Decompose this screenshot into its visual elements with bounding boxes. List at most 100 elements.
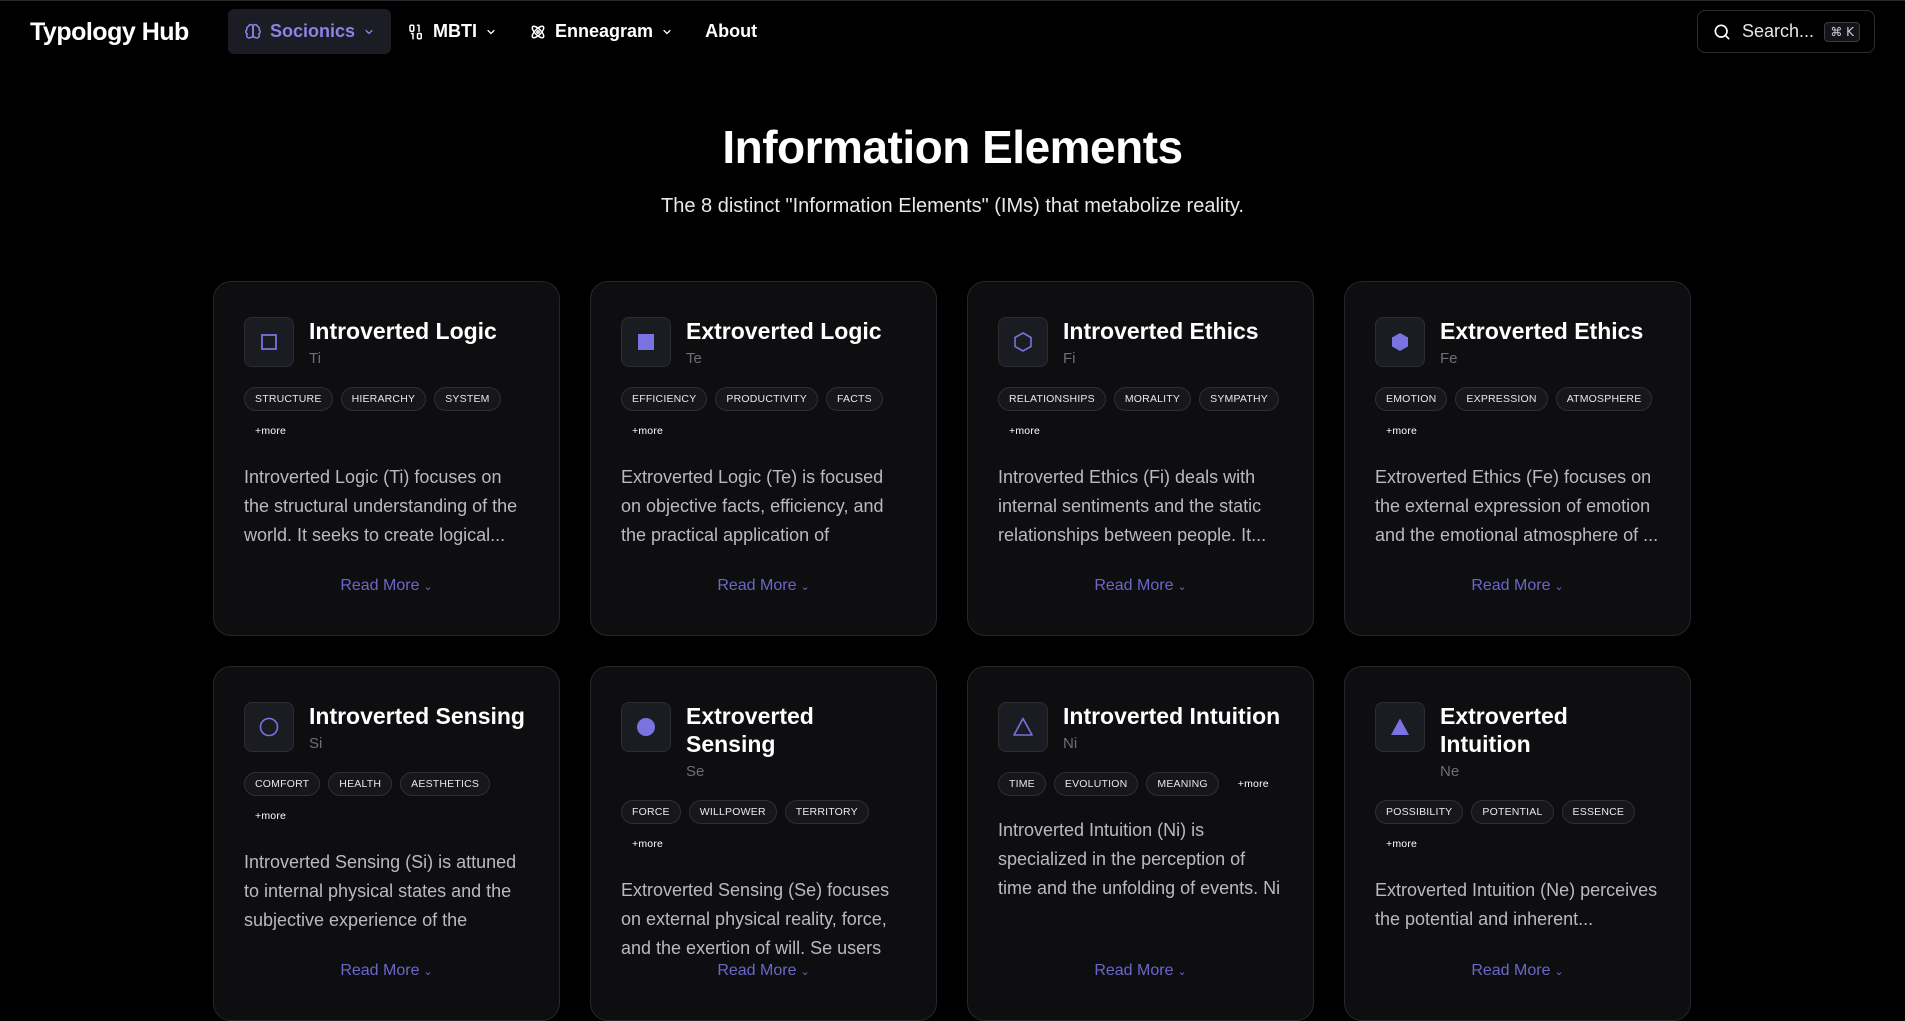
read-more-button[interactable]: Read More ⌄	[968, 577, 1313, 595]
card-description: Extroverted Logic (Te) is focused on obj…	[621, 467, 884, 545]
read-more-label: Read More	[1471, 577, 1551, 594]
read-more-button[interactable]: Read More ⌄	[591, 577, 936, 595]
card-title: Extroverted Intuition	[1440, 703, 1568, 757]
tag-list: COMFORT HEALTH AESTHETICS +more	[244, 772, 534, 828]
tag-list: FORCE WILLPOWER TERRITORY +more	[621, 800, 911, 856]
brand-logo[interactable]: Typology Hub	[30, 18, 189, 47]
keyword-tag[interactable]: SYMPATHY	[1199, 387, 1279, 411]
read-more-label: Read More	[340, 577, 420, 594]
card-description: Introverted Intuition (Ni) is specialize…	[998, 820, 1281, 898]
card-description: Extroverted Sensing (Se) focuses on exte…	[621, 880, 890, 958]
keyword-tag[interactable]: COMFORT	[244, 772, 321, 796]
card-header: Extroverted Intuition Ne	[1375, 702, 1660, 780]
keyword-tag[interactable]: TERRITORY	[784, 800, 869, 824]
nav-about-label: About	[705, 21, 758, 41]
nav-enneagram[interactable]: Enneagram	[513, 9, 689, 54]
chevron-down-icon: ⌄	[423, 581, 433, 593]
page-subtitle: The 8 distinct "Information Elements" (I…	[661, 195, 1244, 217]
more-tags-button[interactable]: +more	[998, 419, 1051, 443]
search-shortcut-badge: ⌘ K	[1824, 21, 1860, 42]
keyword-tag[interactable]: AESTHETICS	[400, 772, 491, 796]
triangle-filled-icon	[1375, 702, 1425, 752]
keyword-tag[interactable]: MORALITY	[1113, 387, 1192, 411]
read-more-label: Read More	[1094, 577, 1174, 594]
card-abbreviation: Ti	[309, 350, 321, 367]
element-card-extroverted-logic[interactable]: Extroverted Logic Te EFFICIENCY PRODUCTIV…	[590, 281, 937, 636]
element-card-extroverted-ethics[interactable]: Extroverted Ethics Fe EMOTION EXPRESSION A…	[1344, 281, 1691, 636]
keyword-tag[interactable]: POSSIBILITY	[1375, 800, 1464, 824]
card-description: Extroverted Ethics (Fe) focuses on the e…	[1375, 467, 1659, 545]
more-tags-button[interactable]: +more	[1227, 772, 1280, 796]
hexagon-filled-icon	[1375, 317, 1425, 367]
card-title: Extroverted Ethics	[1440, 318, 1644, 344]
more-tags-button[interactable]: +more	[621, 832, 674, 856]
element-card-introverted-intuition[interactable]: Introverted Intuition Ni TIME EVOLUTION ME…	[967, 666, 1314, 1021]
nav-mbti[interactable]: MBTI	[391, 9, 513, 54]
element-card-extroverted-intuition[interactable]: Extroverted Intuition Ne POSSIBILITY POTE…	[1344, 666, 1691, 1021]
chevron-down-icon: ⌄	[800, 581, 810, 593]
card-header: Introverted Sensing Si	[244, 702, 529, 752]
card-abbreviation: Si	[309, 735, 323, 752]
element-card-introverted-ethics[interactable]: Introverted Ethics Fi RELATIONSHIPS MORAL…	[967, 281, 1314, 636]
nav-about[interactable]: About	[689, 9, 773, 54]
read-more-button[interactable]: Read More ⌄	[1345, 577, 1690, 595]
read-more-button[interactable]: Read More ⌄	[591, 962, 936, 980]
nav-socionics-label: Socionics	[270, 21, 356, 41]
more-tags-button[interactable]: +more	[1375, 832, 1428, 856]
read-more-button[interactable]: Read More ⌄	[1345, 962, 1690, 980]
keyword-tag[interactable]: EMOTION	[1375, 387, 1448, 411]
card-header: Extroverted Ethics Fe	[1375, 317, 1660, 367]
read-more-label: Read More	[340, 962, 420, 979]
keyword-tag[interactable]: SYSTEM	[434, 387, 501, 411]
more-tags-button[interactable]: +more	[621, 419, 674, 443]
keyword-tag[interactable]: ESSENCE	[1561, 800, 1636, 824]
read-more-label: Read More	[1471, 962, 1551, 979]
tag-list: EMOTION EXPRESSION ATMOSPHERE +more	[1375, 387, 1665, 443]
keyword-tag[interactable]: WILLPOWER	[688, 800, 777, 824]
chevron-down-icon	[487, 29, 495, 34]
search-placeholder: Search...	[1742, 21, 1815, 41]
nav-socionics[interactable]: Socionics	[228, 9, 392, 54]
hexagon-outline-icon	[998, 317, 1048, 367]
circle-filled-icon	[621, 702, 671, 752]
keyword-tag[interactable]: TIME	[998, 772, 1046, 796]
keyword-tag[interactable]: HEALTH	[328, 772, 393, 796]
keyword-tag[interactable]: HIERARCHY	[340, 387, 427, 411]
chevron-down-icon: ⌄	[423, 966, 433, 978]
keyword-tag[interactable]: FORCE	[621, 800, 681, 824]
chevron-down-icon	[663, 29, 671, 34]
keyword-tag[interactable]: ATMOSPHERE	[1555, 387, 1653, 411]
more-tags-button[interactable]: +more	[1375, 419, 1428, 443]
read-more-label: Read More	[717, 577, 797, 594]
keyword-tag[interactable]: MEANING	[1146, 772, 1219, 796]
square-filled-icon	[621, 317, 671, 367]
elements-grid: Introverted Logic Ti STRUCTURE HIERARCHY S…	[213, 281, 1691, 1021]
search-button[interactable]: Search... ⌘ K	[1697, 10, 1875, 53]
keyword-tag[interactable]: FACTS	[826, 387, 883, 411]
more-tags-button[interactable]: +more	[244, 419, 297, 443]
tag-list: POSSIBILITY POTENTIAL ESSENCE +more	[1375, 800, 1665, 856]
read-more-button[interactable]: Read More ⌄	[968, 962, 1313, 980]
card-abbreviation: Se	[686, 763, 705, 780]
card-description: Introverted Logic (Ti) focuses on the st…	[244, 467, 518, 545]
tag-list: TIME EVOLUTION MEANING +more	[998, 772, 1288, 796]
keyword-tag[interactable]: STRUCTURE	[244, 387, 333, 411]
read-more-button[interactable]: Read More ⌄	[214, 577, 559, 595]
brain-icon	[245, 23, 261, 39]
chevron-down-icon: ⌄	[1177, 966, 1187, 978]
keyword-tag[interactable]: POTENTIAL	[1471, 800, 1554, 824]
card-abbreviation: Fi	[1063, 350, 1076, 367]
keyword-tag[interactable]: EVOLUTION	[1053, 772, 1139, 796]
keyword-tag[interactable]: PRODUCTIVITY	[715, 387, 818, 411]
keyword-tag[interactable]: RELATIONSHIPS	[998, 387, 1106, 411]
keyword-tag[interactable]: EFFICIENCY	[621, 387, 708, 411]
element-card-extroverted-sensing[interactable]: Extroverted Sensing Se FORCE WILLPOWER TER…	[590, 666, 937, 1021]
element-card-introverted-sensing[interactable]: Introverted Sensing Si COMFORT HEALTH AEST…	[213, 666, 560, 1021]
element-card-introverted-logic[interactable]: Introverted Logic Ti STRUCTURE HIERARCHY S…	[213, 281, 560, 636]
read-more-button[interactable]: Read More ⌄	[214, 962, 559, 980]
card-header: Introverted Logic Ti	[244, 317, 529, 367]
card-title: Introverted Ethics	[1063, 318, 1259, 344]
keyword-tag[interactable]: EXPRESSION	[1455, 387, 1548, 411]
more-tags-button[interactable]: +more	[244, 804, 297, 828]
read-more-label: Read More	[717, 962, 797, 979]
